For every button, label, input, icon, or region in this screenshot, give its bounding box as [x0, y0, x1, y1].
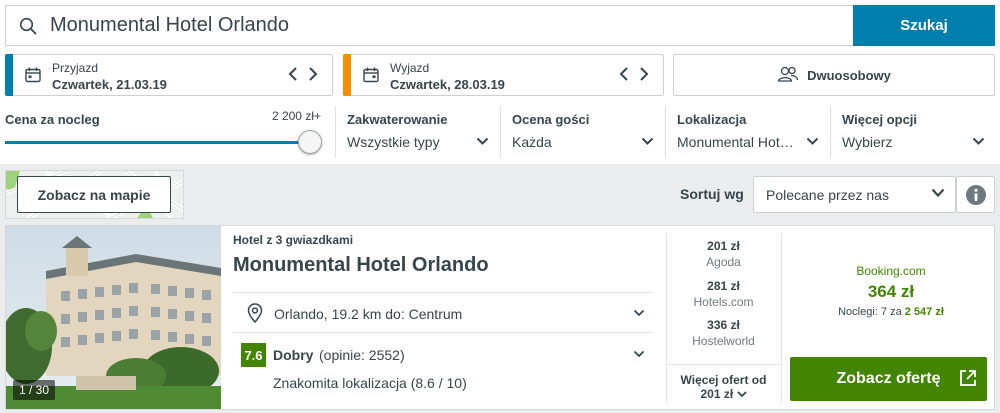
accommodation-filter-value: Wszystkie typy: [347, 134, 440, 150]
price-filter-title: Cena za nocleg: [5, 112, 100, 127]
rating-badge: 7.6: [241, 343, 266, 367]
chevron-down-icon[interactable]: [633, 309, 645, 317]
checkin-date: Czwartek, 21.03.19: [52, 77, 167, 92]
search-input[interactable]: Monumental Hotel Orlando: [5, 5, 853, 46]
checkout-picker[interactable]: Wyjazd Czwartek, 28.03.19: [343, 54, 664, 96]
checkout-arrows: [619, 66, 649, 82]
chevron-right-icon[interactable]: [308, 66, 318, 82]
info-button[interactable]: [956, 176, 995, 213]
more-options-filter[interactable]: Więcej opcji Wybierz: [830, 106, 995, 158]
deal-row[interactable]: 201 zł Agoda: [666, 239, 781, 269]
more-offers-price-row: 201 zł: [666, 387, 781, 401]
location-filter-value: Monumental Hot…: [677, 134, 794, 150]
checkout-date: Czwartek, 28.03.19: [390, 77, 505, 92]
more-options-filter-value: Wybierz: [842, 134, 893, 150]
hotel-category: Hotel z 3 gwiazdkami: [233, 233, 354, 247]
nights-total: 2 547 zł: [904, 306, 944, 318]
accommodation-filter-title: Zakwaterowanie: [347, 112, 448, 127]
chevron-left-icon[interactable]: [619, 66, 629, 82]
checkin-accent: [5, 54, 13, 96]
calendar-icon: [363, 67, 379, 88]
guest-rating-filter-title: Ocena gości: [512, 112, 590, 127]
show-map-button[interactable]: Zobacz na mapie: [17, 176, 171, 213]
people-icon: [777, 66, 799, 85]
chevron-down-icon: [931, 188, 945, 198]
best-deal-nights: Noclegi: 7 za 2 547 zł: [791, 306, 991, 318]
view-offer-button[interactable]: Zobacz ofertę: [790, 357, 987, 401]
search-button[interactable]: Szukaj: [853, 5, 995, 46]
chevron-down-icon: [476, 137, 489, 145]
location-pin-icon: [247, 303, 263, 328]
nights-prefix: Noclegi: 7 za: [838, 306, 902, 318]
search-query: Monumental Hotel Orlando: [50, 14, 290, 36]
hotel-result-card: 1 / 30 Hotel z 3 gwiazdkami Monumental H…: [5, 225, 995, 410]
deal-price: 281 zł: [707, 279, 740, 293]
guest-rating-filter[interactable]: Ocena gości Każda: [500, 106, 664, 158]
date-row: Przyjazd Czwartek, 21.03.19 Wyjazd Czwar…: [5, 54, 995, 96]
checkin-label: Przyjazd: [52, 61, 99, 75]
best-deal-price: 364 zł: [867, 282, 915, 301]
photo-counter: 1 / 30: [13, 380, 56, 400]
column-separator: [781, 233, 782, 403]
rating-count[interactable]: (opinie: 2552): [319, 347, 405, 363]
price-slider-handle[interactable]: [298, 130, 322, 154]
accommodation-filter[interactable]: Zakwaterowanie Wszystkie typy: [335, 106, 499, 158]
room-type-button[interactable]: Dwuosobowy: [673, 54, 995, 96]
chevron-right-icon[interactable]: [639, 66, 649, 82]
deal-site: Agoda: [706, 255, 741, 269]
checkout-label: Wyjazd: [390, 61, 430, 75]
room-type-label: Dwuosobowy: [807, 67, 891, 83]
checkin-picker[interactable]: Przyjazd Czwartek, 21.03.19: [5, 54, 333, 96]
chevron-down-icon: [641, 137, 654, 145]
more-offers-link[interactable]: Więcej ofert od 201 zł: [666, 364, 781, 401]
location-score: Znakomita lokalizacja (8.6 / 10): [273, 375, 467, 391]
deal-site: Hotels.com: [693, 295, 754, 309]
price-filter-max: 2 200 zł+: [271, 109, 321, 123]
chevron-down-icon[interactable]: [633, 350, 645, 358]
deal-row[interactable]: 281 zł Hotels.com: [666, 279, 781, 309]
price-slider-track[interactable]: [5, 141, 311, 144]
calendar-icon: [25, 67, 41, 88]
search-bar: Monumental Hotel Orlando Szukaj: [5, 5, 995, 46]
sort-select[interactable]: Polecane przez nas: [753, 176, 956, 213]
hotel-photo[interactable]: 1 / 30: [6, 226, 221, 409]
external-link-icon: [960, 370, 976, 386]
chevron-down-icon: [736, 391, 747, 398]
view-offer-label: Zobacz ofertę: [836, 370, 941, 387]
deal-site: Hostelworld: [692, 334, 755, 348]
deal-price: 201 zł: [707, 239, 740, 253]
filters-bar: Cena za nocleg 2 200 zł+ Zakwaterowanie …: [0, 106, 1000, 158]
sort-select-value: Polecane przez nas: [766, 187, 889, 203]
divider: [233, 292, 653, 293]
hotel-name[interactable]: Monumental Hotel Orlando: [233, 254, 489, 277]
checkin-arrows: [288, 66, 318, 82]
chevron-left-icon[interactable]: [288, 66, 298, 82]
deal-price: 336 zł: [707, 318, 740, 332]
more-offers-price: 201 zł: [700, 387, 734, 401]
rating-word: Dobry: [273, 347, 314, 363]
location-filter[interactable]: Lokalizacja Monumental Hot…: [665, 106, 829, 158]
best-deal-site: Booking.com: [856, 264, 926, 278]
location-filter-title: Lokalizacja: [677, 112, 747, 127]
chevron-down-icon: [806, 137, 819, 145]
deal-row[interactable]: 336 zł Hostelworld: [666, 318, 781, 348]
more-options-filter-title: Więcej opcji: [842, 112, 918, 127]
checkout-accent: [343, 54, 351, 96]
hotel-location: Orlando, 19.2 km do: Centrum: [274, 306, 463, 322]
guest-rating-filter-value: Każda: [512, 134, 552, 150]
more-offers-label: Więcej ofert od: [680, 373, 767, 387]
sort-label: Sortuj wg: [680, 186, 744, 202]
divider: [233, 332, 653, 333]
info-icon: [965, 184, 986, 205]
search-icon: [6, 6, 50, 45]
chevron-down-icon: [972, 137, 985, 145]
